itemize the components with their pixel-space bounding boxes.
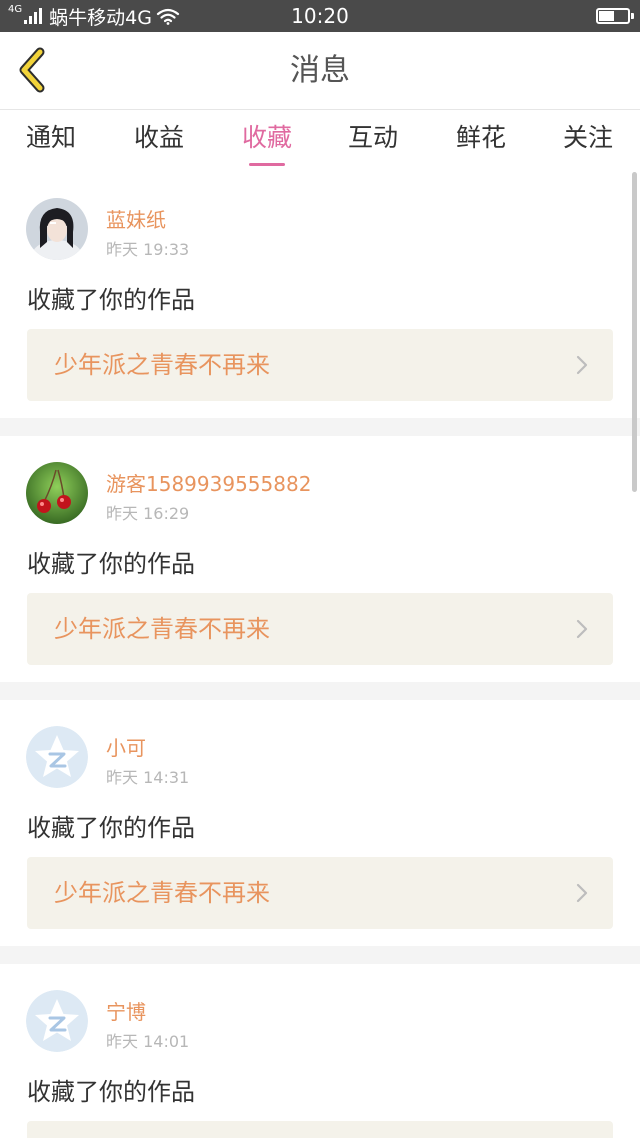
- default-star-avatar-icon: [26, 726, 88, 788]
- default-star-avatar-icon: [26, 990, 88, 1052]
- chevron-right-icon: [576, 619, 588, 639]
- tab-bar: 通知 收益 收藏 互动 鲜花 关注: [0, 110, 640, 172]
- tab-earnings[interactable]: 收益: [119, 110, 199, 172]
- work-link[interactable]: 少年派之青春不再来: [27, 857, 613, 929]
- action-text: 收藏了你的作品: [27, 550, 195, 578]
- cherry-avatar-icon: [26, 462, 88, 524]
- timestamp: 昨天 19:33: [106, 240, 190, 259]
- action-text: 收藏了你的作品: [27, 814, 195, 842]
- photo-girl-avatar-icon: [26, 198, 88, 260]
- tab-interactions[interactable]: 互动: [333, 110, 413, 172]
- tab-label: 通知: [25, 123, 76, 152]
- work-link[interactable]: 少年派之青春不再来: [27, 329, 613, 401]
- tab-follows[interactable]: 关注: [548, 110, 628, 172]
- work-title: 少年派之青春不再来: [54, 615, 270, 643]
- message-list[interactable]: 蓝妹纸 昨天 19:33 收藏了你的作品 少年派之青春不再来 游客1589939…: [0, 172, 640, 1138]
- username[interactable]: 宁博: [106, 996, 146, 1025]
- battery-icon: [596, 8, 634, 24]
- chevron-right-icon: [576, 355, 588, 375]
- avatar[interactable]: [26, 990, 88, 1052]
- work-title: 少年派之青春不再来: [54, 351, 270, 379]
- action-text: 收藏了你的作品: [27, 286, 195, 314]
- list-item: 游客1589939555882 昨天 16:29 收藏了你的作品 少年派之青春不…: [0, 436, 640, 682]
- tab-label: 互动: [347, 123, 398, 152]
- app-header: 消息: [0, 32, 640, 110]
- tab-favorites[interactable]: 收藏: [227, 110, 307, 172]
- scrollbar[interactable]: [632, 172, 637, 492]
- avatar[interactable]: [26, 462, 88, 524]
- list-item: 小可 昨天 14:31 收藏了你的作品 少年派之青春不再来: [0, 700, 640, 946]
- work-title: 少年派之青春不再来: [54, 879, 270, 907]
- page-title: 消息: [290, 53, 350, 88]
- tab-flowers[interactable]: 鲜花: [441, 110, 521, 172]
- tab-label: 鲜花: [455, 123, 506, 152]
- timestamp: 昨天 14:31: [106, 768, 190, 787]
- list-item: 蓝妹纸 昨天 19:33 收藏了你的作品 少年派之青春不再来: [0, 172, 640, 418]
- username[interactable]: 小可: [106, 732, 146, 761]
- tab-notice[interactable]: 通知: [11, 110, 91, 172]
- username[interactable]: 蓝妹纸: [106, 204, 166, 233]
- timestamp: 昨天 16:29: [106, 504, 190, 523]
- avatar[interactable]: [26, 726, 88, 788]
- action-text: 收藏了你的作品: [27, 1078, 195, 1106]
- work-link[interactable]: [27, 1121, 613, 1138]
- active-tab-indicator: [249, 163, 285, 166]
- tab-label: 收益: [133, 123, 184, 152]
- username[interactable]: 游客1589939555882: [106, 468, 311, 497]
- status-bar: 4G 蜗牛移动4G 10:20: [0, 0, 640, 32]
- work-link[interactable]: 少年派之青春不再来: [27, 593, 613, 665]
- timestamp: 昨天 14:01: [106, 1032, 190, 1051]
- tab-label: 收藏: [241, 123, 292, 152]
- chevron-right-icon: [576, 883, 588, 903]
- tab-label: 关注: [562, 123, 613, 152]
- status-time: 10:20: [291, 4, 349, 28]
- list-item: 宁博 昨天 14:01 收藏了你的作品: [0, 964, 640, 1138]
- avatar[interactable]: [26, 198, 88, 260]
